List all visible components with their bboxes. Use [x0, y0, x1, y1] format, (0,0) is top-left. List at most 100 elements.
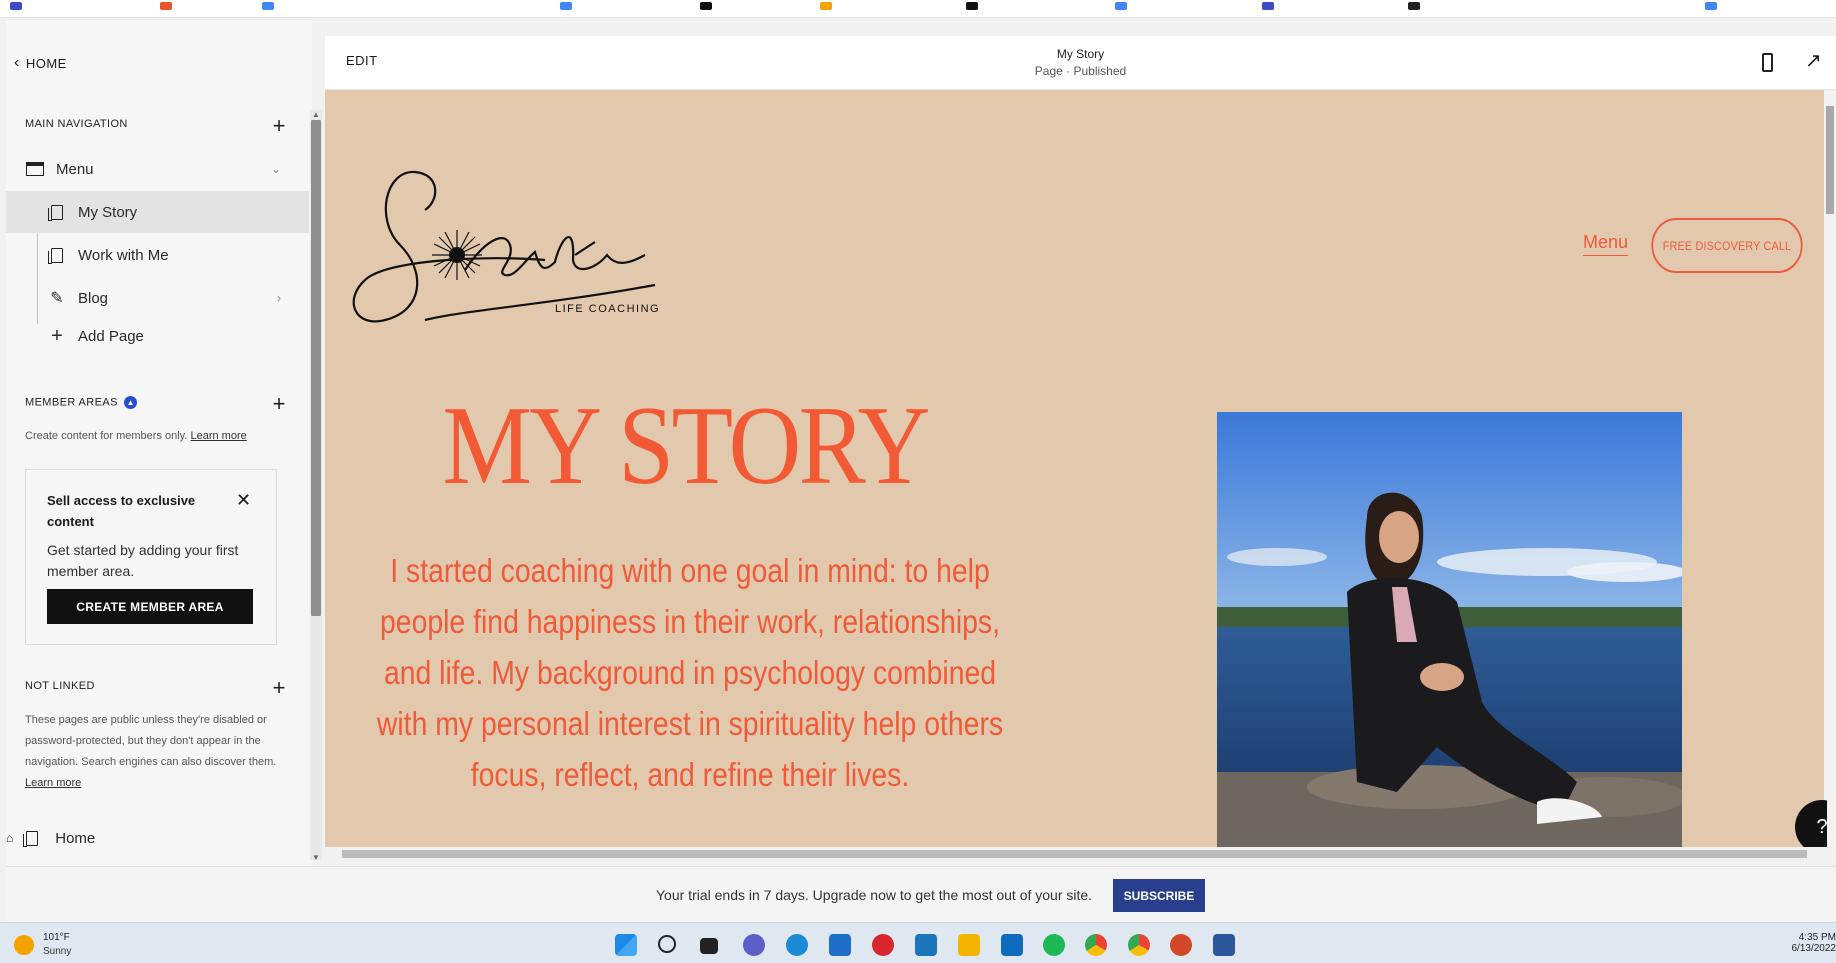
story-paragraph: I started coaching with one goal in mind…	[376, 552, 1004, 793]
site-menu-link[interactable]: Menu	[1583, 232, 1629, 256]
sun-icon[interactable]	[14, 935, 34, 955]
add-not-linked-button[interactable]: +	[268, 677, 290, 700]
powerpoint-icon[interactable]	[1170, 934, 1192, 956]
home-link-label: HOME	[25, 55, 67, 71]
not-linked-desc-text: These pages are public unless they're di…	[25, 714, 277, 768]
free-discovery-call-button[interactable]: FREE DISCOVERY CALL	[1651, 218, 1803, 273]
expand-icon[interactable]: ↗	[1805, 48, 1822, 73]
edge-icon[interactable]	[786, 934, 808, 956]
scroll-up-icon[interactable]: ▲	[312, 110, 320, 119]
bookmarks-bar	[0, 0, 1836, 18]
bookmark-icon[interactable]	[1115, 2, 1127, 10]
vivaldi-icon[interactable]	[872, 934, 894, 956]
page-item-blog[interactable]: ✎ Blog ›	[6, 277, 309, 319]
clock-time: 4:35 PM	[1798, 932, 1836, 943]
teams-chat-icon[interactable]	[743, 934, 765, 956]
bookmark-icon[interactable]	[700, 2, 712, 10]
preview-vertical-scrollbar-thumb[interactable]	[1826, 106, 1834, 214]
home-back-link[interactable]: ‹ HOME	[14, 54, 67, 72]
site-preview: LIFE COACHING Menu FREE DISCOVERY CALL M…	[325, 90, 1827, 847]
bookmark-icon[interactable]	[1262, 2, 1274, 10]
trial-message: Your trial ends in 7 days. Upgrade now t…	[656, 887, 1093, 903]
search-icon[interactable]	[658, 935, 676, 953]
page-item-label: Home	[55, 829, 96, 847]
add-main-navigation-button[interactable]: +	[268, 115, 290, 138]
help-button[interactable]: ?	[1795, 800, 1827, 847]
spotify-icon[interactable]	[1043, 934, 1065, 956]
bookmark-icon[interactable]	[160, 2, 172, 10]
page-icon	[48, 203, 66, 221]
add-member-area-button[interactable]: +	[268, 393, 290, 416]
page-item-label: Work with Me	[78, 246, 169, 264]
page-item-label: My Story	[78, 203, 138, 221]
member-area-promo-card: Sell access to exclusive content ✕ Get s…	[25, 469, 277, 645]
weather-temperature: 101°F	[43, 932, 70, 943]
not-linked-title: NOT LINKED	[25, 680, 95, 692]
bookmark-icon[interactable]	[262, 2, 274, 10]
member-learn-more-link[interactable]: Learn more	[190, 430, 246, 442]
menu-folder-item[interactable]: Menu ⌄	[6, 148, 309, 190]
page-status: Page · Published	[1034, 64, 1127, 78]
page-item-home[interactable]: ⌂ Home	[6, 817, 309, 859]
windows-taskbar: 101°F Sunny 4:35 PM 6/13/2022	[0, 922, 1836, 963]
taskbar-clock[interactable]: 4:35 PM 6/13/2022	[1785, 932, 1836, 954]
panel-scrollbar-thumb[interactable]	[311, 120, 321, 616]
chevron-left-icon: ‹	[14, 54, 20, 71]
subscribe-button[interactable]: SUBSCRIBE	[1113, 879, 1205, 912]
not-linked-description: These pages are public unless they're di…	[25, 710, 285, 794]
preview-horizontal-scrollbar-thumb[interactable]	[342, 850, 1807, 858]
app-s-icon[interactable]	[915, 934, 937, 956]
bookmark-icon[interactable]	[1705, 2, 1717, 10]
homepage-icon: ⌂	[6, 831, 14, 845]
page-title: My Story	[1056, 47, 1105, 61]
not-linked-learn-more-link[interactable]: Learn more	[25, 777, 81, 789]
member-areas-title: MEMBER AREAS ▲	[25, 396, 138, 409]
chevron-down-icon: ⌄	[270, 162, 281, 176]
file-explorer-icon[interactable]	[958, 934, 980, 956]
page-item-label: Blog	[78, 289, 109, 307]
outlook-icon[interactable]	[1001, 934, 1023, 956]
weather-condition: Sunny	[43, 946, 72, 957]
windows-start-icon[interactable]	[615, 934, 637, 956]
page-item-work-with-me[interactable]: Work with Me	[6, 234, 309, 276]
menu-folder-label: Menu	[56, 160, 94, 178]
member-areas-label: MEMBER AREAS	[25, 396, 118, 409]
blog-icon: ✎	[50, 290, 64, 307]
member-areas-badge-icon: ▲	[124, 396, 138, 409]
logo-tagline: LIFE COACHING	[555, 303, 660, 315]
folder-icon	[26, 160, 44, 178]
mail-icon[interactable]	[829, 934, 851, 956]
close-icon[interactable]: ✕	[236, 490, 251, 511]
page-headline: MY STORY	[442, 384, 930, 508]
add-page-label: Add Page	[78, 327, 144, 345]
page-icon	[48, 246, 66, 264]
chevron-right-icon: ›	[277, 291, 281, 305]
plus-icon: +	[51, 324, 63, 347]
promo-body: Get started by adding your first member …	[47, 542, 239, 579]
bookmark-icon[interactable]	[966, 2, 978, 10]
bookmark-icon[interactable]	[820, 2, 832, 10]
scroll-down-icon[interactable]: ▼	[312, 853, 320, 862]
create-member-area-button[interactable]: CREATE MEMBER AREA	[47, 589, 253, 624]
word-icon[interactable]	[1213, 934, 1235, 956]
mobile-preview-icon[interactable]	[1762, 53, 1773, 72]
page-item-my-story[interactable]: My Story	[6, 191, 309, 233]
trial-banner: Your trial ends in 7 days. Upgrade now t…	[6, 866, 1836, 921]
preview-header: EDIT My Story Page · Published ↗	[325, 36, 1836, 90]
bookmark-icon[interactable]	[1408, 2, 1420, 10]
chrome-profile-icon[interactable]	[1128, 934, 1150, 956]
coach-photo	[1217, 412, 1682, 847]
member-desc-text: Create content for members only.	[25, 430, 188, 442]
main-navigation-title: MAIN NAVIGATION	[25, 118, 128, 130]
promo-title: Sell access to exclusive content	[47, 493, 196, 529]
member-areas-description: Create content for members only. Learn m…	[25, 426, 247, 447]
bookmark-icon[interactable]	[10, 2, 22, 10]
add-page-button[interactable]: + Add Page	[6, 315, 309, 357]
pages-panel: ‹ HOME MAIN NAVIGATION + Menu ⌄ My Story…	[6, 20, 312, 868]
bookmark-icon[interactable]	[560, 2, 572, 10]
task-view-icon[interactable]	[700, 938, 718, 954]
site-logo[interactable]: LIFE COACHING	[345, 160, 665, 340]
chrome-icon[interactable]	[1085, 934, 1107, 956]
clock-date: 6/13/2022	[1791, 943, 1836, 954]
page-icon	[23, 829, 41, 847]
